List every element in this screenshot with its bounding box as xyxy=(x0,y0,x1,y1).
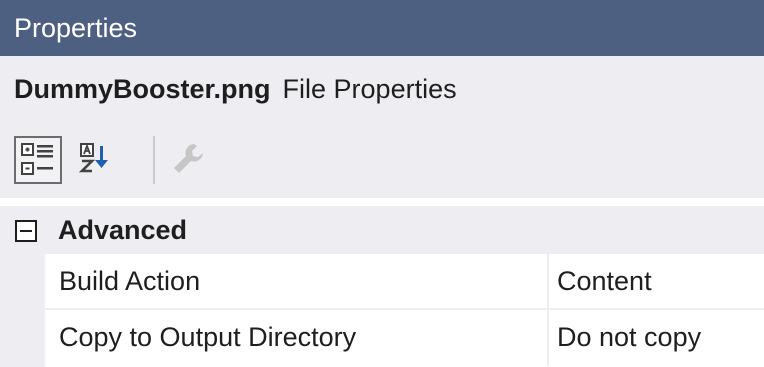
property-row-copy-to-output[interactable]: Copy to Output Directory Do not copy xyxy=(45,310,764,366)
property-name: Build Action xyxy=(59,266,201,296)
column-divider[interactable] xyxy=(547,254,549,310)
grid-margin xyxy=(0,254,45,367)
property-name: Copy to Output Directory xyxy=(59,322,357,352)
alphabetical-sort-button[interactable] xyxy=(76,136,124,184)
properties-window: Properties DummyBooster.png File Properti… xyxy=(0,0,764,367)
window-title: Properties xyxy=(0,0,764,56)
property-pages-button[interactable] xyxy=(164,136,212,184)
category-row-advanced[interactable]: Advanced xyxy=(0,206,764,254)
category-label: Advanced xyxy=(58,215,188,245)
toolbar-separator xyxy=(153,136,155,184)
object-header: DummyBooster.png File Properties xyxy=(0,56,764,122)
property-grid: Advanced Build Action Content Copy to Ou… xyxy=(0,198,764,367)
alphabetical-sort-icon xyxy=(78,143,108,173)
properties-toolbar xyxy=(0,122,764,198)
object-name: DummyBooster.png xyxy=(14,74,271,104)
categorized-icon xyxy=(21,143,53,175)
column-divider[interactable] xyxy=(547,310,549,366)
property-value[interactable]: Do not copy xyxy=(557,310,701,364)
property-row-build-action[interactable]: Build Action Content xyxy=(45,254,764,310)
object-type: File Properties xyxy=(282,74,457,104)
property-value[interactable]: Content xyxy=(557,254,652,308)
wrench-icon xyxy=(174,144,203,173)
categorized-button[interactable] xyxy=(14,136,62,184)
collapse-icon[interactable] xyxy=(15,220,37,242)
